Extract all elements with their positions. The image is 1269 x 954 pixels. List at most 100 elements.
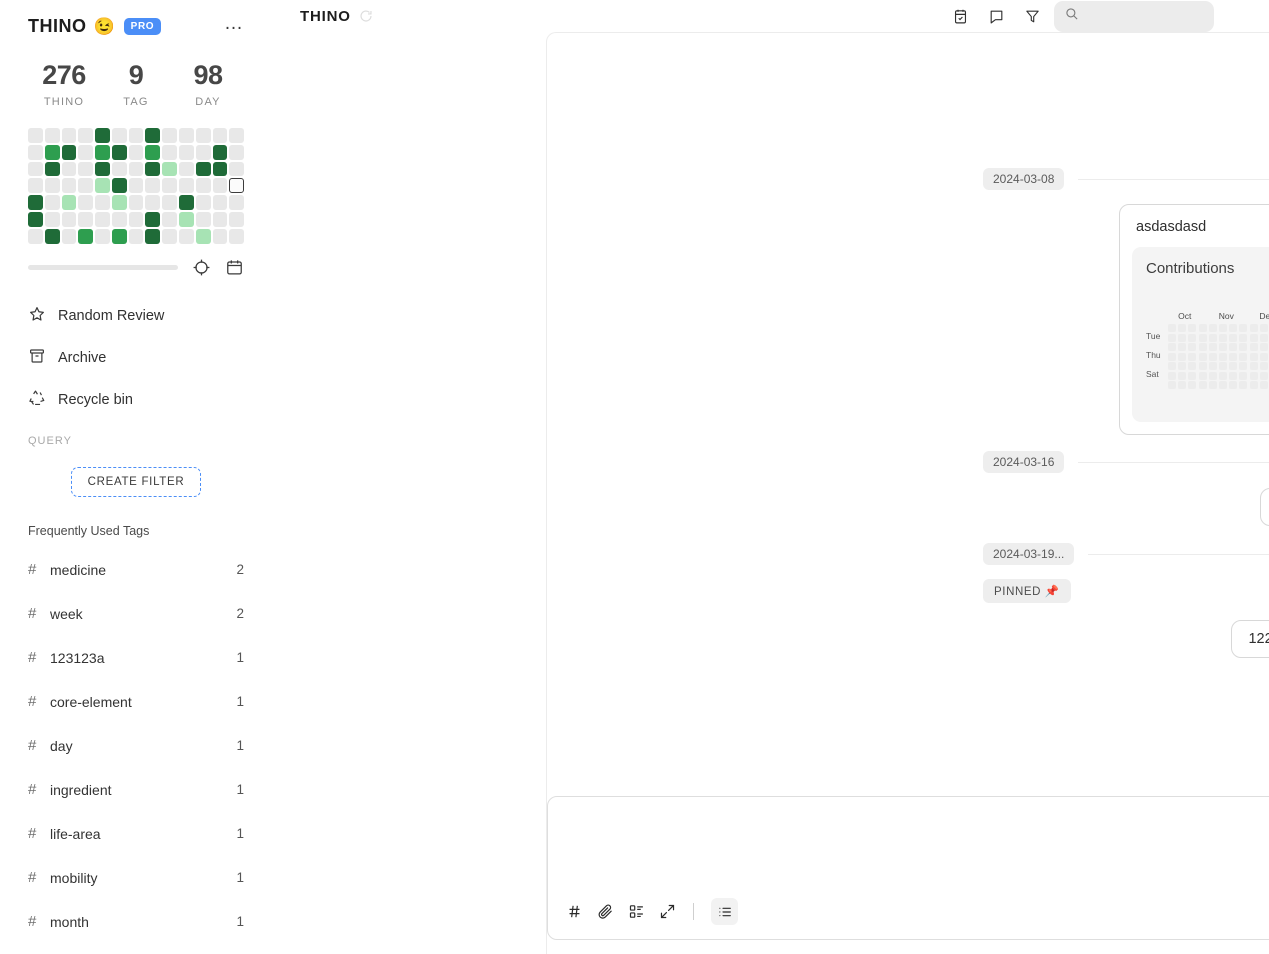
heatmap-cell[interactable] (162, 144, 178, 160)
contribution-cell[interactable] (1178, 352, 1187, 361)
heatmap-cell[interactable] (128, 144, 144, 160)
contributions-card[interactable]: asdasdasd Contributions Tue Thu Sat Oct Nov… (1119, 204, 1269, 435)
contribution-cell[interactable] (1208, 324, 1217, 332)
contribution-cell[interactable] (1239, 362, 1248, 370)
contribution-cell[interactable] (1239, 333, 1248, 342)
contribution-cell[interactable] (1208, 371, 1217, 380)
contribution-cell[interactable] (1178, 362, 1187, 370)
heatmap-cell[interactable] (111, 128, 127, 143)
heatmap-cell[interactable] (61, 228, 77, 244)
contribution-cell[interactable] (1198, 352, 1207, 361)
chart-grid[interactable] (1168, 324, 1269, 389)
heatmap-cell[interactable] (61, 144, 77, 160)
contribution-cell[interactable] (1178, 371, 1187, 380)
contribution-cell[interactable] (1168, 381, 1176, 389)
heatmap-cell[interactable] (145, 228, 161, 244)
heatmap-cell[interactable] (111, 144, 127, 160)
heatmap-cell[interactable] (145, 195, 161, 210)
sync-icon[interactable] (359, 9, 373, 23)
heatmap-cell[interactable] (78, 228, 94, 244)
heatmap-cell[interactable] (195, 228, 211, 244)
heatmap-cell[interactable] (179, 128, 194, 143)
heatmap-cell[interactable] (78, 211, 94, 227)
heatmap-cell[interactable] (95, 195, 110, 210)
heatmap-cell[interactable] (162, 211, 178, 227)
heatmap-cell[interactable] (78, 161, 94, 177)
contribution-cell[interactable] (1259, 381, 1268, 389)
heatmap-cell[interactable] (212, 144, 228, 160)
contribution-cell[interactable] (1168, 362, 1176, 370)
contribution-cell[interactable] (1188, 371, 1197, 380)
heatmap-cell[interactable] (229, 178, 245, 194)
contribution-cell[interactable] (1198, 324, 1207, 332)
contribution-cell[interactable] (1198, 362, 1207, 370)
contribution-cell[interactable] (1219, 333, 1228, 342)
heatmap-cell[interactable] (179, 228, 194, 244)
heatmap-cell[interactable] (128, 228, 144, 244)
heatmap-cell[interactable] (28, 195, 43, 210)
heatmap-cell[interactable] (95, 128, 110, 143)
heatmap-cell[interactable] (44, 211, 60, 227)
contribution-cell[interactable] (1178, 333, 1187, 342)
heatmap-cell[interactable] (95, 228, 110, 244)
heatmap-cell[interactable] (128, 195, 144, 210)
heatmap-cell[interactable] (229, 144, 245, 160)
heatmap-cell[interactable] (44, 195, 60, 210)
heatmap-cell[interactable] (179, 144, 194, 160)
contribution-cell[interactable] (1229, 371, 1238, 380)
heatmap-cell[interactable] (111, 211, 127, 227)
contribution-cell[interactable] (1178, 381, 1187, 389)
heatmap-cell[interactable] (212, 195, 228, 210)
heatmap-cell[interactable] (229, 161, 245, 177)
contribution-cell[interactable] (1229, 324, 1238, 332)
contribution-cell[interactable] (1208, 381, 1217, 389)
heatmap-cell[interactable] (162, 128, 178, 143)
heatmap-cell[interactable] (229, 195, 245, 210)
calendar-check-icon[interactable] (946, 2, 974, 30)
heatmap-cell[interactable] (44, 144, 60, 160)
contribution-cell[interactable] (1249, 371, 1258, 380)
target-icon[interactable] (192, 258, 211, 277)
tag-row[interactable]: #123123a 1 (28, 636, 244, 680)
contribution-cell[interactable] (1239, 352, 1248, 361)
contribution-cell[interactable] (1188, 324, 1197, 332)
contribution-cell[interactable] (1168, 333, 1176, 342)
contribution-cell[interactable] (1219, 381, 1228, 389)
thino-bubble[interactable]: Untitled Kanban > ^wbt4rl (1259, 488, 1269, 526)
contribution-cell[interactable] (1259, 352, 1268, 361)
contribution-cell[interactable] (1229, 362, 1238, 370)
tag-row[interactable]: # life-area 1 (28, 812, 244, 856)
heatmap-cell[interactable] (195, 211, 211, 227)
contribution-cell[interactable] (1239, 343, 1248, 351)
heatmap-cell[interactable] (212, 211, 228, 227)
heatmap-cell[interactable] (195, 128, 211, 143)
contribution-cell[interactable] (1219, 371, 1228, 380)
contribution-cell[interactable] (1219, 343, 1228, 351)
list-icon[interactable] (711, 898, 738, 925)
heatmap-cell[interactable] (61, 178, 77, 194)
heatmap-cell[interactable] (111, 178, 127, 194)
contribution-cell[interactable] (1198, 333, 1207, 342)
contribution-cell[interactable] (1168, 343, 1176, 351)
contribution-cell[interactable] (1168, 324, 1176, 332)
tag-row[interactable]: # core-element 1 (28, 680, 244, 724)
create-filter-button[interactable]: CREATE FILTER (70, 466, 202, 497)
heatmap-cell[interactable] (162, 178, 178, 194)
heatmap-cell[interactable] (78, 144, 94, 160)
contribution-cell[interactable] (1188, 333, 1197, 342)
heatmap-cell[interactable] (28, 228, 43, 244)
contribution-cell[interactable] (1229, 333, 1238, 342)
heatmap-cell[interactable] (111, 228, 127, 244)
heatmap-cell[interactable] (145, 161, 161, 177)
heatmap-cell[interactable] (61, 195, 77, 210)
contribution-cell[interactable] (1219, 352, 1228, 361)
heatmap-cell[interactable] (179, 211, 194, 227)
heatmap-cell[interactable] (44, 228, 60, 244)
contribution-cell[interactable] (1178, 343, 1187, 351)
tag-row[interactable]: # ingredient 1 (28, 768, 244, 812)
heatmap-cell[interactable] (212, 128, 228, 143)
heatmap-cell[interactable] (162, 195, 178, 210)
heatmap-cell[interactable] (229, 228, 245, 244)
contribution-cell[interactable] (1239, 381, 1248, 389)
grid-list-icon[interactable] (628, 903, 645, 920)
